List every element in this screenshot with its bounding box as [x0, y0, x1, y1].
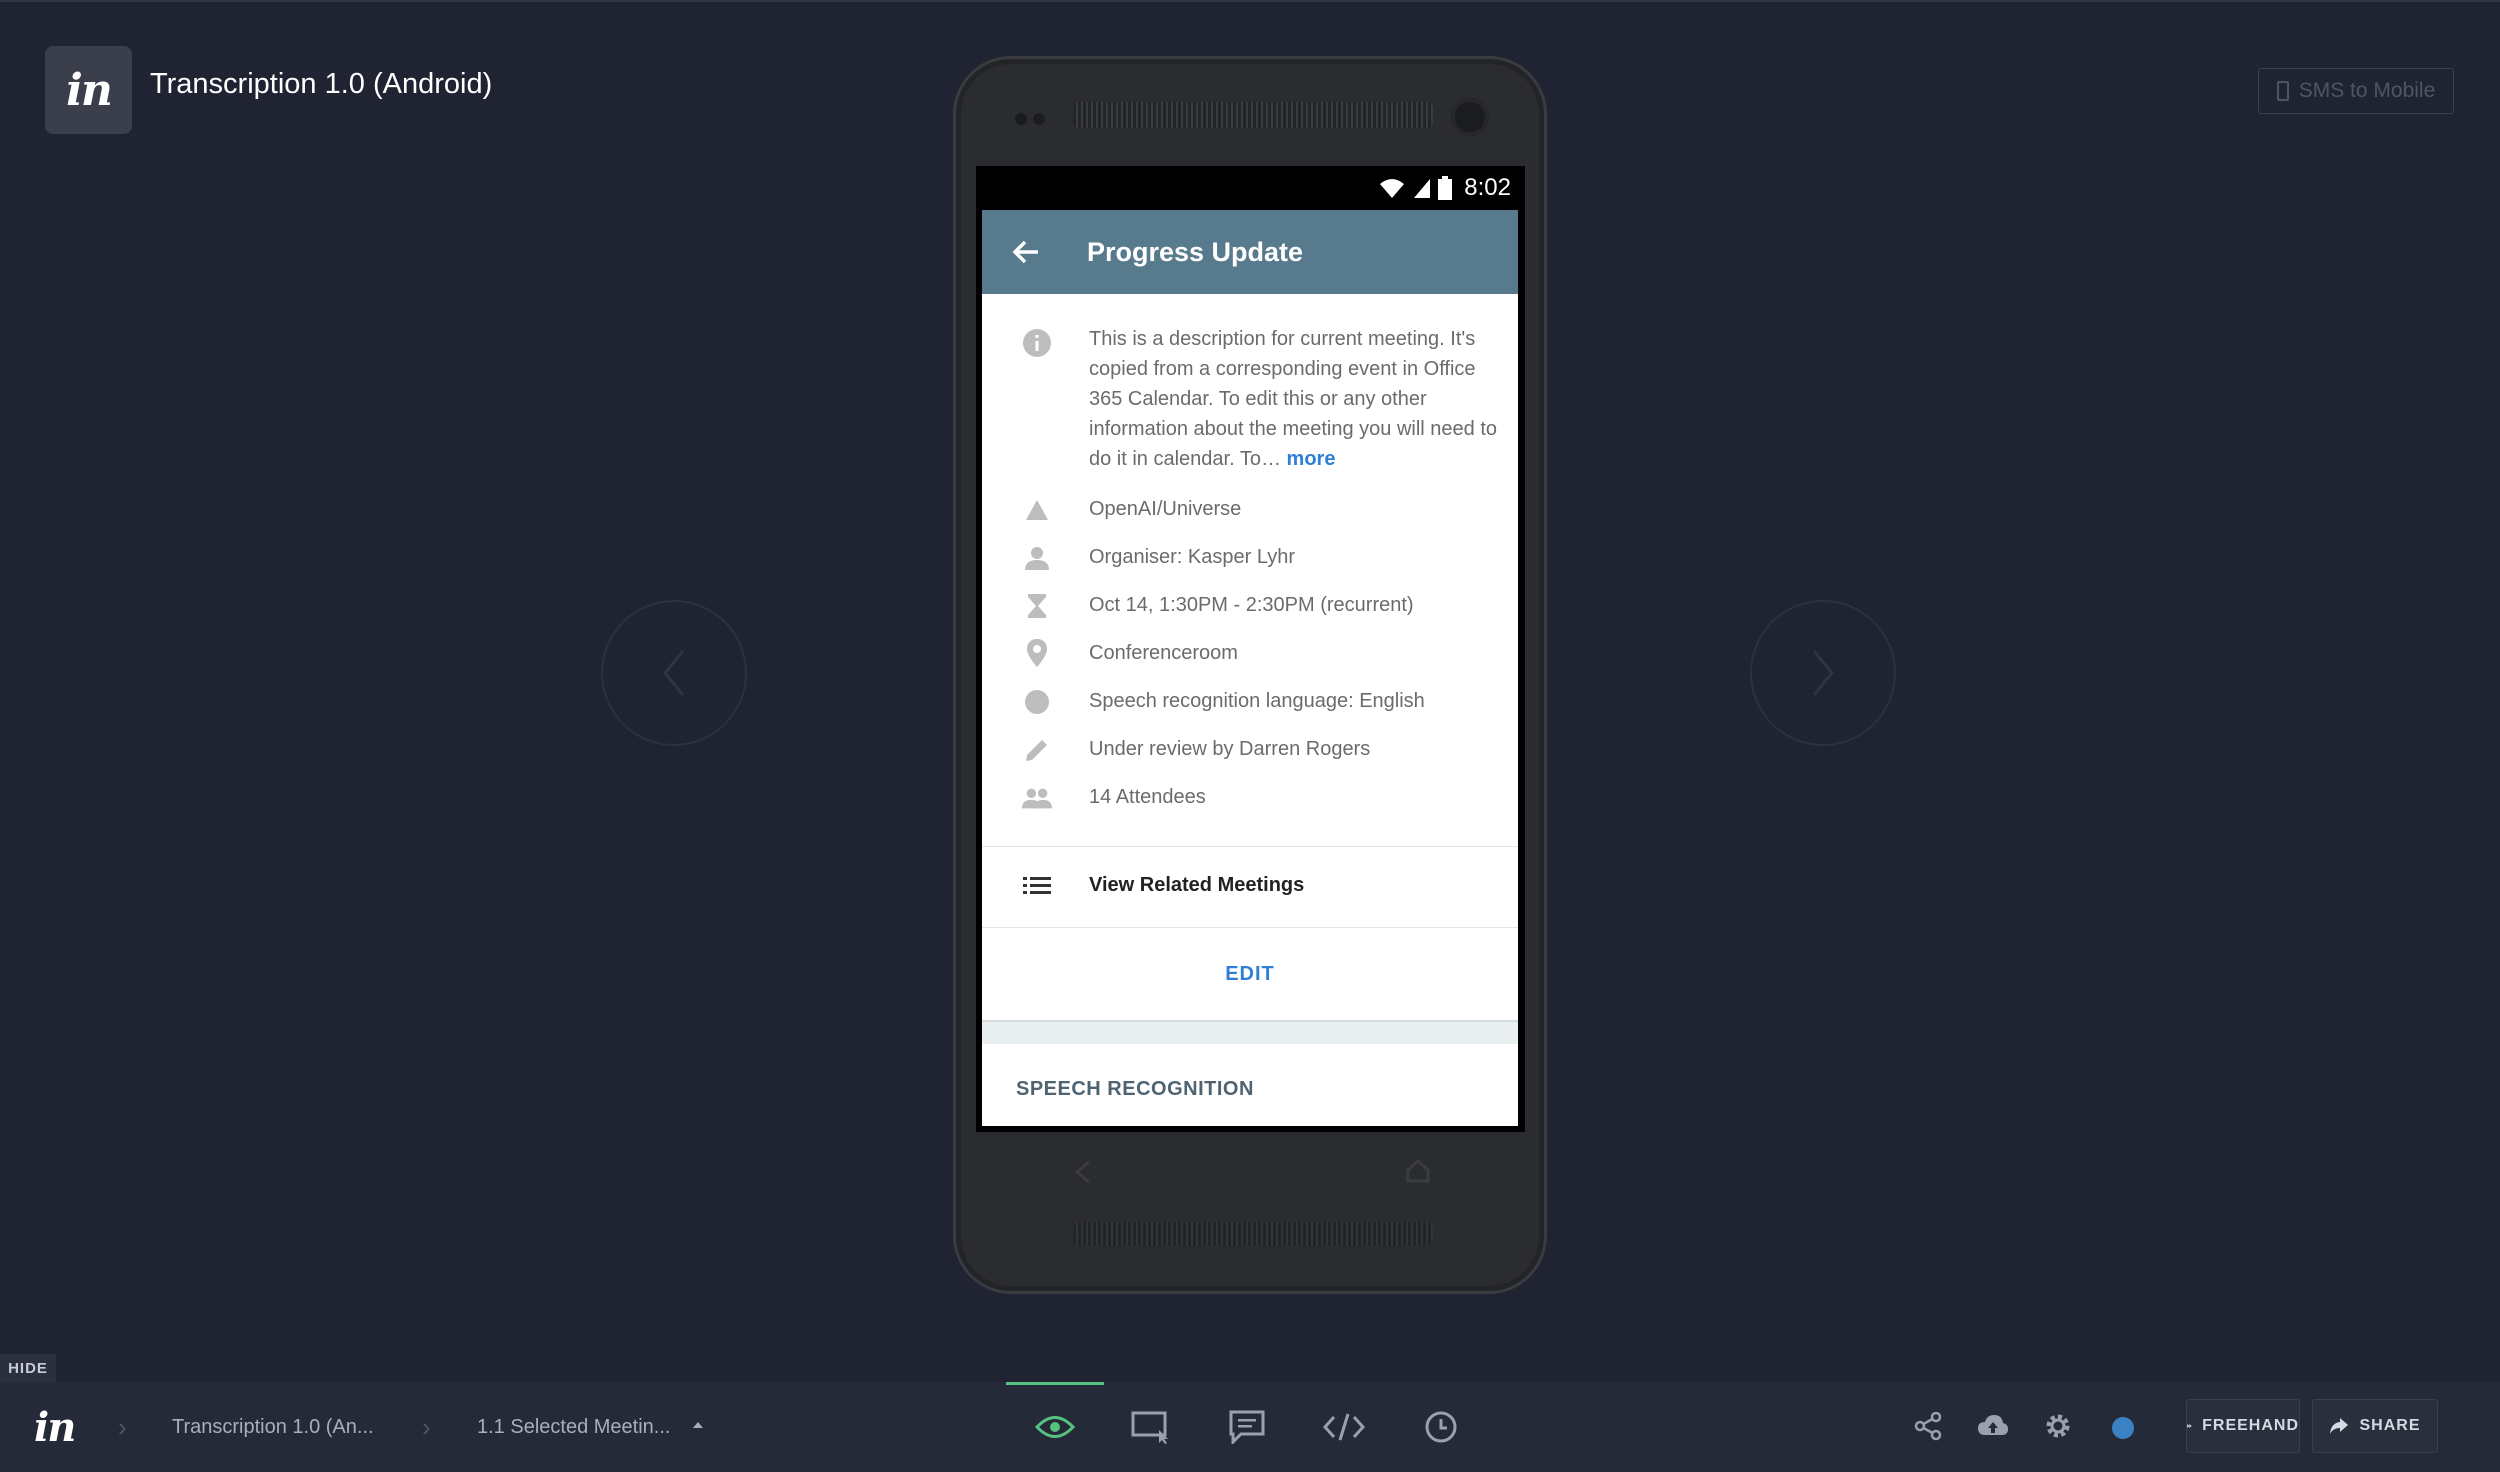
location-pin-icon [1022, 638, 1052, 668]
freehand-button[interactable]: FREEHAND [2186, 1399, 2300, 1453]
cloud-sync-icon[interactable] [1975, 1408, 2011, 1444]
front-camera [1451, 98, 1489, 136]
preview-mode-eye-icon[interactable] [1028, 1400, 1082, 1454]
detail-language: Speech recognition language: English [1089, 690, 1425, 712]
next-screen-button[interactable] [1750, 600, 1896, 746]
invision-home-logo[interactable]: in [34, 1404, 76, 1451]
share-label: SHARE [2359, 1417, 2421, 1434]
project-title: Transcription 1.0 (Android) [150, 68, 493, 100]
inspect-code-icon[interactable] [1317, 1400, 1371, 1454]
freehand-label: FREEHAND [2202, 1417, 2299, 1434]
hourglass-icon [1022, 591, 1052, 621]
detail-row-group: OpenAI/Universe [982, 492, 1518, 528]
people-icon [1022, 783, 1052, 813]
edit-button[interactable]: EDIT [982, 928, 1518, 1020]
detail-organiser: Organiser: Kasper Lyhr [1089, 546, 1296, 568]
bottom-toolbar: in › Transcription 1.0 (An... › 1.1 Sele… [0, 1382, 2500, 1472]
chevron-right-icon: › [422, 1412, 431, 1442]
detail-group: OpenAI/Universe [1089, 498, 1242, 520]
active-mode-indicator [1006, 1382, 1104, 1385]
detail-row-organiser: Organiser: Kasper Lyhr [982, 540, 1518, 576]
mobile-phone-icon [2276, 81, 2289, 101]
detail-row-review: Under review by Darren Rogers [982, 732, 1518, 768]
user-avatar[interactable] [2112, 1417, 2134, 1439]
meeting-description: This is a description for current meetin… [1089, 324, 1499, 474]
bottom-speaker [1073, 1222, 1433, 1246]
view-related-meetings-button[interactable]: View Related Meetings [982, 846, 1518, 926]
signal-icon [1414, 179, 1431, 198]
comment-mode-icon[interactable] [1220, 1400, 1274, 1454]
detail-location: Conferenceroom [1089, 642, 1238, 664]
detail-row-language: Speech recognition language: English [982, 684, 1518, 720]
screen-title: Progress Update [1087, 236, 1304, 267]
freehand-icon [2187, 1424, 2192, 1428]
invision-logo[interactable]: in [45, 46, 132, 134]
section-gap [982, 1020, 1518, 1044]
person-icon [1022, 543, 1052, 573]
pencil-icon [1022, 735, 1052, 765]
share-button[interactable]: SHARE [2312, 1399, 2438, 1453]
phone-screen: 8:02 Progress Update This is a descripti… [976, 166, 1525, 1132]
share-link-icon[interactable] [1910, 1408, 1946, 1444]
circle-icon [1022, 687, 1052, 717]
hide-toolbar-button[interactable]: HIDE [0, 1354, 56, 1382]
status-bar: 8:02 [976, 166, 1525, 210]
top-border [0, 0, 2500, 2]
history-clock-icon[interactable] [1414, 1400, 1468, 1454]
triangle-icon [1022, 495, 1052, 525]
detail-time: Oct 14, 1:30PM - 2:30PM (recurrent) [1089, 594, 1414, 616]
build-mode-icon[interactable] [1124, 1400, 1178, 1454]
share-arrow-icon [2330, 1418, 2349, 1434]
chevron-left-icon [663, 650, 685, 696]
detail-row-time: Oct 14, 1:30PM - 2:30PM (recurrent) [982, 588, 1518, 624]
sms-to-mobile-button[interactable]: SMS to Mobile [2258, 68, 2454, 114]
android-home-key-icon[interactable] [1405, 1158, 1431, 1189]
earpiece-speaker [1073, 102, 1433, 128]
detail-review: Under review by Darren Rogers [1089, 738, 1371, 760]
detail-row-attendees: 14 Attendees [982, 780, 1518, 816]
related-label: View Related Meetings [1089, 874, 1305, 896]
wifi-icon [1380, 179, 1405, 198]
app-bar: Progress Update [982, 210, 1518, 294]
list-icon [1022, 871, 1052, 901]
breadcrumb-screen[interactable]: 1.1 Selected Meetin... [477, 1416, 670, 1439]
meeting-details: This is a description for current meetin… [982, 294, 1518, 1126]
detail-row-location: Conferenceroom [982, 636, 1518, 672]
back-arrow-icon[interactable] [1012, 239, 1082, 265]
battery-icon [1438, 176, 1453, 200]
android-back-key-icon[interactable] [1071, 1158, 1095, 1191]
sms-button-label: SMS to Mobile [2298, 79, 2436, 102]
status-time: 8:02 [1464, 174, 1511, 201]
speech-recognition-header[interactable]: SPEECH RECOGNITION [1016, 1078, 1254, 1101]
chevron-right-icon: › [118, 1412, 127, 1442]
sensor-dots [1015, 112, 1051, 130]
gear-icon[interactable] [2040, 1408, 2076, 1444]
chevron-right-icon [1812, 650, 1834, 696]
previous-screen-button[interactable] [601, 600, 747, 746]
info-icon [1022, 328, 1052, 358]
caret-up-icon[interactable] [693, 1422, 703, 1428]
detail-attendees: 14 Attendees [1089, 786, 1206, 808]
breadcrumb-project[interactable]: Transcription 1.0 (An... [172, 1416, 374, 1439]
more-link[interactable]: more [1287, 448, 1336, 470]
